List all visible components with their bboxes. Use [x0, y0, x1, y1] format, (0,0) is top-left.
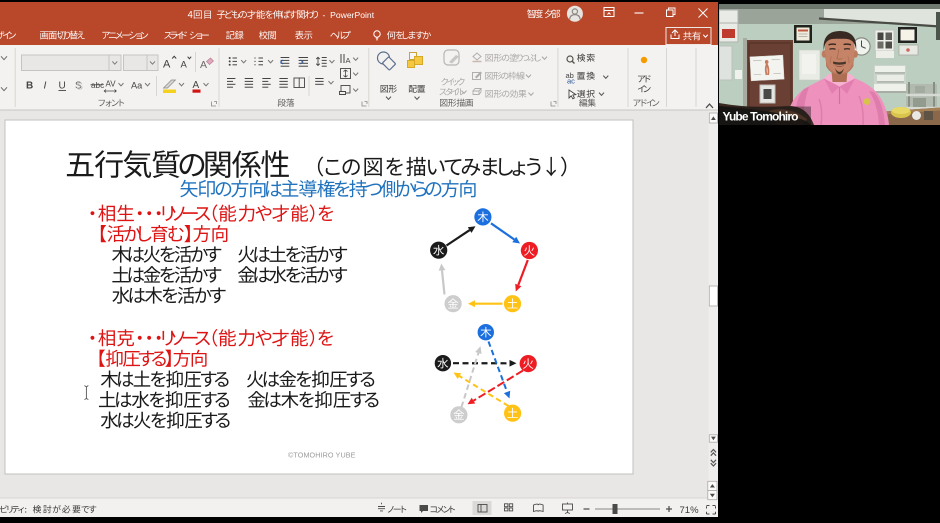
- svg-text:A: A: [346, 56, 351, 65]
- svg-text:- PowerPoint: - PowerPoint: [323, 10, 375, 20]
- svg-text:AV: AV: [106, 80, 117, 89]
- svg-text:Yube Tomohiro: Yube Tomohiro: [723, 109, 799, 123]
- svg-text:B: B: [26, 81, 33, 92]
- svg-text:71%: 71%: [680, 505, 700, 516]
- svg-text:A: A: [181, 60, 188, 71]
- svg-text:©TOMOHIRO YUBE: ©TOMOHIRO YUBE: [288, 451, 356, 460]
- svg-text:A: A: [200, 59, 207, 71]
- svg-text:abc: abc: [91, 81, 104, 90]
- svg-text:U: U: [59, 81, 66, 92]
- svg-text:I: I: [44, 80, 47, 92]
- svg-text:Aa: Aa: [131, 81, 143, 91]
- svg-text:S: S: [76, 81, 83, 92]
- svg-text:A: A: [163, 59, 171, 71]
- svg-text:A: A: [193, 80, 200, 91]
- svg-text:ac: ac: [567, 77, 575, 86]
